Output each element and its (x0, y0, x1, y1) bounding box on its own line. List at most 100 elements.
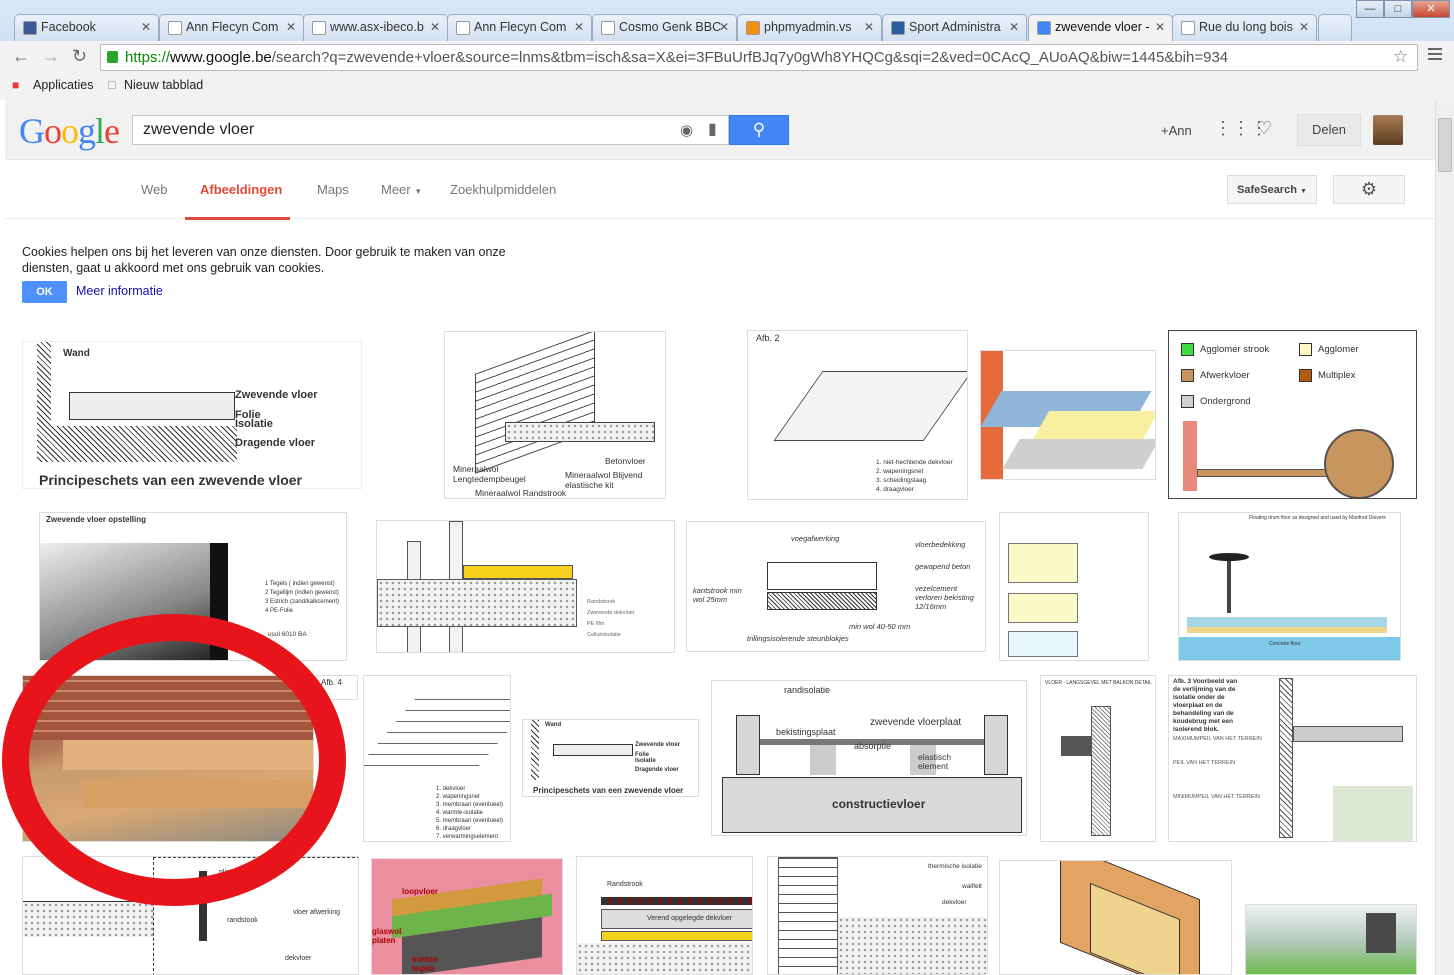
browser-tab[interactable]: Sport Administra ✕ (882, 14, 1027, 41)
tab-close-icon[interactable]: ✕ (1009, 20, 1019, 34)
caption-line: 3 Estrich (zand/kalkcement) (265, 599, 340, 605)
image-result-balkon[interactable]: VLOER - LANGSGEVEL MET BALKON DETAIL (1040, 675, 1156, 842)
caption-line: randisolatie (784, 685, 831, 695)
tab-close-icon[interactable]: ✕ (141, 20, 151, 34)
yellow-layer (1187, 627, 1387, 633)
camera-icon[interactable]: ◉ (680, 121, 693, 139)
user-link[interactable]: +Ann (1161, 123, 1192, 138)
lock-icon (107, 51, 118, 63)
scrollbar[interactable] (1435, 100, 1454, 975)
scrollbar-thumb[interactable] (1438, 118, 1452, 172)
tab-close-icon[interactable]: ✕ (430, 20, 440, 34)
google-logo[interactable]: Google (19, 110, 120, 152)
notifications-bell-icon[interactable]: ♡ (1256, 118, 1272, 139)
minimize-button[interactable]: — (1356, 0, 1384, 18)
image-result-insulation-details[interactable] (999, 512, 1149, 661)
search-icon: ⚲ (752, 120, 766, 139)
cookie-more-info-link[interactable]: Meer informatie (76, 284, 163, 298)
image-result-vloerbedekking[interactable]: voegafwerking vloerbedekking gewapend beto… (686, 521, 986, 652)
menu-icon[interactable] (1428, 48, 1442, 63)
tab-close-icon[interactable]: ✕ (864, 20, 874, 34)
forward-icon[interactable]: → (42, 46, 60, 67)
label-afb4: Afb. 4 (321, 678, 342, 687)
label-zwevende-small: Zwevende vloer (635, 742, 681, 748)
image-result-section2[interactable]: Randstrook Zwevende dekvloer PE film Cellul… (376, 520, 675, 653)
tab-maps[interactable]: Maps (317, 182, 349, 197)
image-result-afb3[interactable]: Afb. 3 Voorbeeld van de verlijming van d… (1168, 675, 1417, 842)
tab-more[interactable]: Meer ▼ (381, 182, 422, 197)
image-result-glaswol[interactable]: loopvloer glaswol platen trottoir tegels (371, 858, 563, 975)
safesearch-label: SafeSearch (1237, 184, 1297, 196)
tab-images[interactable]: Afbeeldingen (185, 182, 291, 220)
concrete-slab (505, 422, 655, 442)
image-result-wooden-frame-photo[interactable] (22, 675, 314, 842)
image-result-row4-section[interactable]: plint randstook vloer afwerking dekvloer (22, 856, 359, 975)
microphone-icon[interactable]: ▮ (708, 119, 717, 139)
maximize-button[interactable]: □ (1384, 0, 1412, 18)
logo-letter: o (44, 111, 62, 151)
legend-label: Ondergrond (1200, 396, 1251, 407)
back-icon[interactable]: ← (12, 46, 30, 67)
close-window-button[interactable]: ✕ (1412, 0, 1450, 18)
label-dekvloer: dekvloer (285, 955, 312, 962)
bookmark-new-tab[interactable]: Nieuw tabblad (124, 78, 203, 92)
image-result-constructievloer[interactable]: randisolatie zwevende vloerplaat bekisting… (711, 680, 1027, 836)
browser-tab[interactable]: Ann Flecyn Com ✕ (159, 14, 304, 41)
image-result-thermische[interactable]: thermische isolatie wallfelt dekvloer (767, 856, 988, 975)
tab-search-tools[interactable]: Zoekhulpmiddelen (450, 182, 556, 197)
image-result-wall-section[interactable]: Mineraalwol Lengtedempbeugel Betonvloer … (444, 331, 666, 499)
zwevende-layer (553, 744, 633, 756)
search-input[interactable]: zwevende vloer ◉ ▮ (132, 115, 729, 145)
reload-icon[interactable]: ↻ (72, 46, 87, 67)
cookie-ok-button[interactable]: OK (22, 281, 67, 303)
browser-tab[interactable]: phpmyadmin.vs ✕ (737, 14, 882, 41)
caption-line: Celluloisolatie (587, 632, 621, 638)
browser-tab[interactable]: Ann Flecyn Com ✕ (447, 14, 592, 41)
caption-line: elastisch element (918, 752, 952, 771)
image-result-principeschets-small[interactable]: Wand Zwevende vloer Folie Isolatie Drage… (522, 719, 699, 797)
caption-line: 1 Tegels ( indien gewenst) (265, 581, 335, 587)
tab-close-icon[interactable]: ✕ (286, 20, 296, 34)
tab-close-icon[interactable]: ✕ (719, 20, 729, 34)
tab-label: phpmyadmin.vs (764, 20, 852, 34)
share-button[interactable]: Delen (1297, 114, 1361, 146)
tab-close-icon[interactable]: ✕ (1155, 20, 1165, 34)
browser-tab[interactable]: Facebook ✕ (14, 14, 159, 41)
image-result-agglomer[interactable]: Agglomer strook Agglomer Afwerkvloer Multip… (1168, 330, 1417, 499)
image-result-opstelling[interactable]: Zwevende vloer opstelling 1 Tegels ( ind… (39, 512, 347, 661)
avatar[interactable] (1373, 115, 1403, 145)
door (1366, 913, 1396, 953)
label-wand-small: Wand (545, 722, 562, 728)
browser-tab[interactable]: Rue du long bois ✕ (1172, 14, 1317, 41)
brick-wall (475, 332, 595, 474)
image-result-principeschets[interactable]: Wand Zwevende vloer Folie Isolatie Drage… (22, 341, 362, 489)
safesearch-dropdown[interactable]: SafeSearch ▼ (1227, 175, 1317, 204)
detail-a (1008, 543, 1078, 583)
search-button[interactable]: ⚲ (729, 115, 789, 145)
image-result-afb4[interactable]: 1. dekvloer 2. wapeningsnet 3. membraan (e… (363, 675, 511, 842)
image-result-3d-corner[interactable] (999, 860, 1232, 975)
image-result-afb2[interactable]: Afb. 2 1. niet-hechtende dekvloer 2. wape… (747, 330, 968, 500)
tab-web[interactable]: Web (141, 182, 168, 197)
image-result-interior-photo[interactable] (1245, 904, 1417, 975)
image-result-drum-floor[interactable]: Floating drum floor as designed and used… (1178, 512, 1401, 661)
bookmark-star-icon[interactable]: ☆ (1393, 47, 1408, 67)
favicon-icon (1181, 21, 1195, 35)
browser-tab[interactable]: zwevende vloer - ✕ (1028, 14, 1173, 41)
bookmark-apps[interactable]: Applicaties (33, 78, 93, 92)
address-bar[interactable]: https://www.google.be/search?q=zwevende+… (100, 44, 1418, 71)
image-result-afb4-label[interactable]: Afb. 4 (316, 675, 358, 700)
new-tab-button[interactable] (1318, 14, 1352, 41)
label-vloer-afwerking: vloer afwerking (293, 909, 341, 916)
browser-tab[interactable]: www.asx-ibeco.b ✕ (303, 14, 448, 41)
caption-line: PEIL VAN HET TERREIN (1173, 760, 1236, 766)
settings-gear-icon[interactable]: ⚙ (1333, 175, 1405, 204)
logo-letter: G (19, 111, 45, 151)
label-isolatie-small: Isolatie (635, 758, 656, 764)
logo-letter: l (95, 111, 105, 151)
image-result-verend[interactable]: Randstrook Verend opgelegde dekvloer (576, 856, 753, 975)
browser-tab[interactable]: Cosmo Genk BBC ✕ (592, 14, 737, 41)
tab-close-icon[interactable]: ✕ (574, 20, 584, 34)
image-result-3d-floor[interactable] (980, 350, 1156, 480)
tab-close-icon[interactable]: ✕ (1299, 20, 1309, 34)
